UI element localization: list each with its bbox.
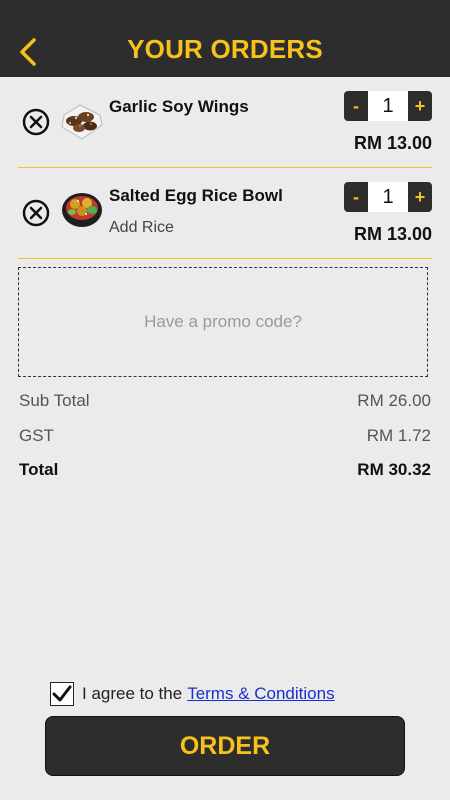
- subtotal-value: RM 26.00: [357, 391, 431, 410]
- agree-text: I agree to the: [82, 684, 183, 703]
- quantity-stepper: - 1 +: [344, 182, 432, 212]
- item-name: Garlic Soy Wings: [109, 97, 249, 116]
- terms-link[interactable]: Terms & Conditions: [187, 684, 334, 704]
- quantity-value[interactable]: 1: [368, 91, 408, 121]
- page-title: YOUR ORDERS: [127, 34, 323, 64]
- terms-agreement: I agree to the Terms & Conditions: [50, 682, 335, 706]
- agree-checkbox[interactable]: [50, 682, 74, 706]
- item-price: RM 13.00: [353, 133, 432, 153]
- total-row: Total RM 30.32: [19, 460, 431, 480]
- quantity-value[interactable]: 1: [368, 182, 408, 212]
- gst-value: RM 1.72: [366, 426, 431, 445]
- total-value: RM 30.32: [357, 460, 431, 479]
- checkmark-icon: [52, 685, 72, 702]
- app-header: YOUR ORDERS: [0, 0, 450, 77]
- wings-thumbnail: [61, 104, 103, 140]
- increment-button[interactable]: +: [408, 182, 432, 212]
- order-item: Garlic Soy Wings - 1 + RM 13.00: [18, 77, 432, 168]
- quantity-stepper: - 1 +: [344, 91, 432, 121]
- decrement-button[interactable]: -: [344, 91, 368, 121]
- promo-code-input[interactable]: Have a promo code?: [18, 267, 428, 377]
- gst-row: GST RM 1.72: [19, 426, 431, 446]
- remove-item-icon[interactable]: [22, 108, 50, 136]
- order-item: Salted Egg Rice Bowl Add Rice - 1 + RM 1…: [18, 168, 432, 259]
- promo-placeholder: Have a promo code?: [144, 312, 302, 331]
- divider: [18, 258, 432, 259]
- item-name: Salted Egg Rice Bowl: [109, 186, 283, 205]
- increment-button[interactable]: +: [408, 91, 432, 121]
- subtotal-row: Sub Total RM 26.00: [19, 391, 431, 411]
- item-option: Add Rice: [109, 219, 174, 236]
- total-label: Total: [19, 460, 59, 479]
- order-button[interactable]: ORDER: [45, 716, 405, 776]
- subtotal-label: Sub Total: [19, 391, 90, 410]
- item-price: RM 13.00: [353, 224, 432, 244]
- rice-bowl-thumbnail: [62, 193, 102, 227]
- gst-label: GST: [19, 426, 54, 445]
- remove-item-icon[interactable]: [22, 199, 50, 227]
- decrement-button[interactable]: -: [344, 182, 368, 212]
